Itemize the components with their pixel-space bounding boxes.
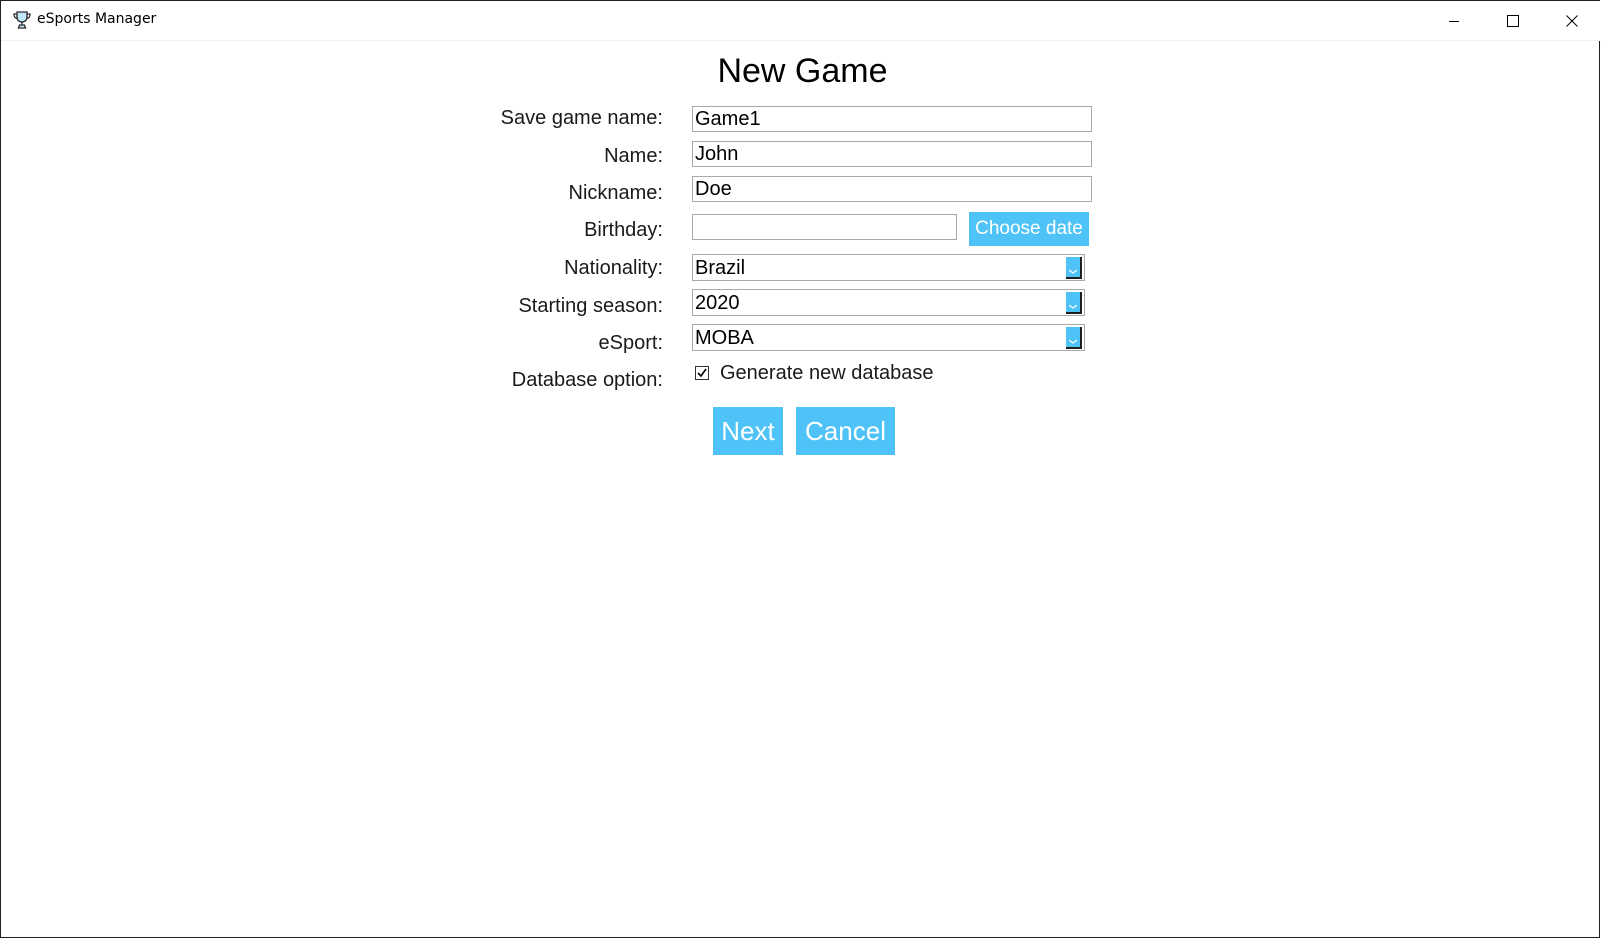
- birthday-label: Birthday:: [584, 219, 663, 241]
- cancel-button[interactable]: Cancel: [796, 407, 895, 455]
- esport-value: MOBA: [695, 327, 754, 349]
- window-title: eSports Manager: [37, 11, 157, 27]
- minimize-button[interactable]: [1425, 1, 1483, 40]
- maximize-icon: [1507, 14, 1519, 27]
- title-bar[interactable]: eSports Manager: [1, 1, 1601, 41]
- close-button[interactable]: [1543, 1, 1601, 40]
- save-game-name-input[interactable]: [692, 106, 1092, 132]
- check-icon: [697, 368, 707, 378]
- starting-season-select[interactable]: 2020: [692, 289, 1085, 316]
- app-window: eSports Manager New Game Save game name:…: [0, 0, 1601, 938]
- name-label: Name:: [604, 145, 663, 167]
- minimize-icon: [1448, 15, 1460, 27]
- nickname-input[interactable]: [692, 176, 1092, 202]
- esport-select[interactable]: MOBA: [692, 324, 1085, 351]
- database-option-label: Database option:: [511, 369, 663, 391]
- page-title: New Game: [717, 52, 888, 90]
- nationality-value: Brazil: [695, 257, 746, 279]
- birthday-input[interactable]: [692, 214, 957, 240]
- choose-date-button[interactable]: Choose date: [969, 212, 1089, 246]
- starting-season-label: Starting season:: [518, 295, 663, 317]
- next-button[interactable]: Next: [713, 407, 783, 455]
- esport-label: eSport:: [598, 332, 663, 354]
- generate-database-label[interactable]: Generate new database: [720, 361, 934, 385]
- nickname-label: Nickname:: [568, 182, 663, 204]
- chevron-down-icon[interactable]: [1066, 327, 1082, 349]
- nationality-select[interactable]: Brazil: [692, 254, 1085, 281]
- trophy-icon: [12, 10, 32, 30]
- generate-database-checkbox[interactable]: [695, 366, 709, 380]
- starting-season-value: 2020: [695, 292, 740, 314]
- name-input[interactable]: [692, 141, 1092, 167]
- chevron-down-icon[interactable]: [1066, 292, 1082, 314]
- close-icon: [1566, 14, 1578, 27]
- maximize-button[interactable]: [1484, 1, 1542, 40]
- save-game-name-label: Save game name:: [500, 107, 663, 129]
- chevron-down-icon[interactable]: [1066, 257, 1082, 279]
- nationality-label: Nationality:: [564, 257, 663, 279]
